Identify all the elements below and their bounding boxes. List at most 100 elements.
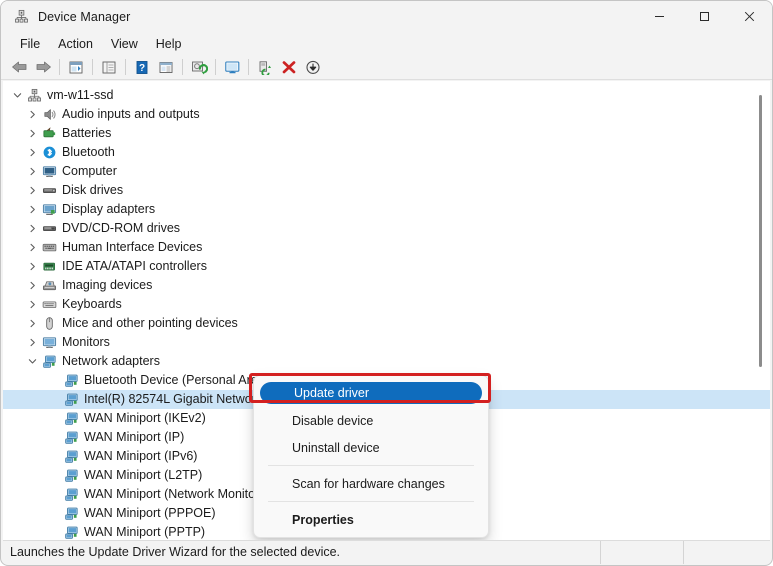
tree-spacer bbox=[46, 523, 62, 540]
disk-drive-icon bbox=[40, 181, 58, 200]
forward-icon[interactable] bbox=[31, 56, 55, 78]
chevron-right-icon[interactable] bbox=[24, 257, 40, 276]
tree-spacer bbox=[46, 504, 62, 523]
bluetooth-icon bbox=[40, 143, 58, 162]
toolbar-separator bbox=[182, 59, 183, 75]
ide-controller-icon bbox=[40, 257, 58, 276]
network-adapter-icon bbox=[62, 428, 80, 447]
tree-row-label: WAN Miniport (Network Monitor) bbox=[84, 485, 263, 504]
status-message: Launches the Update Driver Wizard for th… bbox=[3, 541, 601, 564]
tree-row-label: vm-w11-ssd bbox=[47, 86, 113, 105]
context-menu-separator bbox=[268, 465, 474, 466]
context-menu-item[interactable]: Uninstall device bbox=[258, 434, 484, 461]
toolbar-separator bbox=[125, 59, 126, 75]
menu-help[interactable]: Help bbox=[147, 35, 191, 53]
context-menu-item[interactable]: Update driver bbox=[260, 382, 482, 404]
tree-row[interactable]: Monitors bbox=[3, 333, 770, 352]
tree-row-label: WAN Miniport (IKEv2) bbox=[84, 409, 206, 428]
window-title: Device Manager bbox=[38, 10, 130, 24]
speaker-icon bbox=[40, 105, 58, 124]
tree-row[interactable]: Batteries bbox=[3, 124, 770, 143]
context-menu-item[interactable]: Disable device bbox=[258, 407, 484, 434]
chevron-down-icon[interactable] bbox=[9, 86, 25, 105]
chevron-right-icon[interactable] bbox=[24, 219, 40, 238]
toolbar: ? bbox=[1, 55, 772, 80]
network-adapter-icon bbox=[62, 409, 80, 428]
tree-row-label: Disk drives bbox=[62, 181, 123, 200]
tree-row[interactable]: Display adapters bbox=[3, 200, 770, 219]
chevron-right-icon[interactable] bbox=[24, 181, 40, 200]
tree-row-label: Mice and other pointing devices bbox=[62, 314, 238, 333]
network-adapter-icon bbox=[62, 504, 80, 523]
tree-row[interactable]: IDE ATA/ATAPI controllers bbox=[3, 257, 770, 276]
network-adapter-icon bbox=[62, 371, 80, 390]
tree-row-label: Bluetooth bbox=[62, 143, 115, 162]
disable-device-icon[interactable] bbox=[253, 56, 277, 78]
close-icon[interactable] bbox=[727, 1, 772, 32]
tree-row[interactable]: vm-w11-ssd bbox=[3, 86, 770, 105]
tree-row[interactable]: Human Interface Devices bbox=[3, 238, 770, 257]
tree-row-label: Computer bbox=[62, 162, 117, 181]
tree-row[interactable]: Keyboards bbox=[3, 295, 770, 314]
network-adapter-icon bbox=[62, 523, 80, 540]
chevron-right-icon[interactable] bbox=[24, 143, 40, 162]
vertical-scrollbar[interactable] bbox=[755, 95, 766, 525]
imaging-device-icon bbox=[40, 276, 58, 295]
tree-spacer bbox=[46, 371, 62, 390]
minimize-icon[interactable] bbox=[637, 1, 682, 32]
uninstall-device-icon[interactable] bbox=[277, 56, 301, 78]
tree-row-label: WAN Miniport (IPv6) bbox=[84, 447, 197, 466]
tree-spacer bbox=[46, 466, 62, 485]
update-driver-icon[interactable] bbox=[187, 56, 211, 78]
context-menu[interactable]: Update driver Disable deviceUninstall dev… bbox=[253, 375, 489, 538]
chevron-right-icon[interactable] bbox=[24, 200, 40, 219]
help-icon[interactable]: ? bbox=[130, 56, 154, 78]
tree-row[interactable]: DVD/CD-ROM drives bbox=[3, 219, 770, 238]
chevron-right-icon[interactable] bbox=[24, 314, 40, 333]
tree-row-label: WAN Miniport (L2TP) bbox=[84, 466, 202, 485]
chevron-right-icon[interactable] bbox=[24, 333, 40, 352]
tree-row-label: Network adapters bbox=[62, 352, 160, 371]
chevron-right-icon[interactable] bbox=[24, 295, 40, 314]
tree-row-label: Display adapters bbox=[62, 200, 155, 219]
menu-action[interactable]: Action bbox=[49, 35, 102, 53]
tree-spacer bbox=[46, 409, 62, 428]
properties-icon[interactable] bbox=[154, 56, 178, 78]
mouse-icon bbox=[40, 314, 58, 333]
chevron-right-icon[interactable] bbox=[24, 105, 40, 124]
tree-row[interactable]: Network adapters bbox=[3, 352, 770, 371]
tree-row-label: Human Interface Devices bbox=[62, 238, 202, 257]
context-menu-item[interactable]: Properties bbox=[258, 506, 484, 533]
scan-for-hardware-changes-icon[interactable] bbox=[220, 56, 244, 78]
chevron-right-icon[interactable] bbox=[24, 124, 40, 143]
context-menu-separator bbox=[268, 501, 474, 502]
tree-row[interactable]: Disk drives bbox=[3, 181, 770, 200]
tree-spacer bbox=[46, 447, 62, 466]
tree-row-label: Batteries bbox=[62, 124, 111, 143]
tree-row-label: Monitors bbox=[62, 333, 110, 352]
chevron-right-icon[interactable] bbox=[24, 276, 40, 295]
tree-row[interactable]: Computer bbox=[3, 162, 770, 181]
context-menu-item[interactable]: Scan for hardware changes bbox=[258, 470, 484, 497]
tree-spacer bbox=[46, 428, 62, 447]
computer-root-icon bbox=[25, 86, 43, 105]
back-icon[interactable] bbox=[7, 56, 31, 78]
tree-row[interactable]: Imaging devices bbox=[3, 276, 770, 295]
tree-row[interactable]: Mice and other pointing devices bbox=[3, 314, 770, 333]
show-hide-console-tree-icon[interactable] bbox=[97, 56, 121, 78]
download-icon[interactable] bbox=[301, 56, 325, 78]
chevron-down-icon[interactable] bbox=[24, 352, 40, 371]
scrollbar-thumb[interactable] bbox=[759, 95, 762, 367]
tree-row-label: WAN Miniport (PPPOE) bbox=[84, 504, 216, 523]
tree-row[interactable]: Audio inputs and outputs bbox=[3, 105, 770, 124]
chevron-right-icon[interactable] bbox=[24, 162, 40, 181]
menu-file[interactable]: File bbox=[11, 35, 49, 53]
up-one-level-icon[interactable] bbox=[64, 56, 88, 78]
maximize-icon[interactable] bbox=[682, 1, 727, 32]
network-adapter-icon bbox=[40, 352, 58, 371]
status-pane-1 bbox=[601, 541, 684, 564]
chevron-right-icon[interactable] bbox=[24, 238, 40, 257]
tree-row[interactable]: Bluetooth bbox=[3, 143, 770, 162]
toolbar-separator bbox=[248, 59, 249, 75]
menu-view[interactable]: View bbox=[102, 35, 147, 53]
